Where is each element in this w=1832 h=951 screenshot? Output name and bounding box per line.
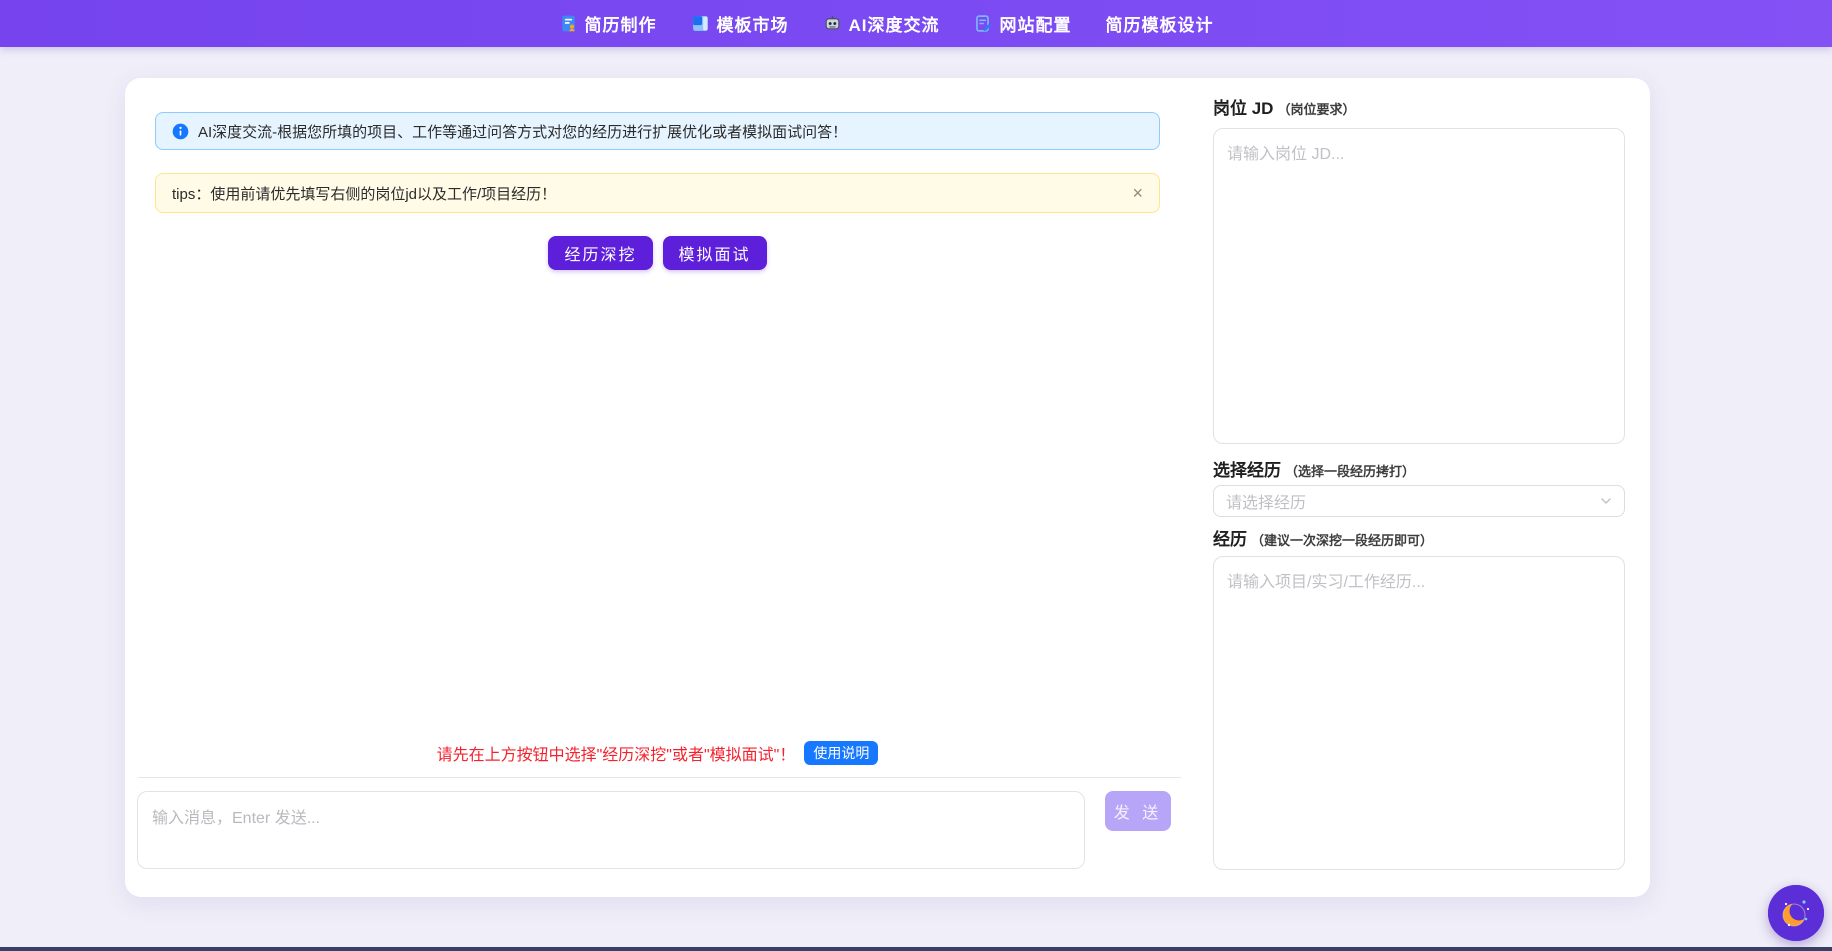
deep-dig-button[interactable]: 经历深挖 [548, 236, 652, 270]
nav-item-label: 网站配置 [1000, 11, 1072, 36]
info-banner-text: AI深度交流-根据您所填的项目、工作等通过问答方式对您的经历进行扩展优化或者模拟… [198, 121, 847, 142]
nav-item-label: 简历模板设计 [1106, 11, 1214, 36]
nav-item-template-market[interactable]: 模板市场 [691, 11, 789, 36]
jd-subtitle: （岗位要求） [1277, 99, 1355, 118]
experience-select-placeholder: 请选择经历 [1226, 489, 1306, 513]
robot-icon [823, 14, 842, 33]
nav-item-resume-builder[interactable]: 简历制作 [559, 11, 657, 36]
jd-title: 岗位 JD [1213, 94, 1273, 119]
nav-item-label: AI深度交流 [849, 11, 940, 36]
info-icon [172, 123, 189, 140]
top-navbar: 简历制作 模板市场 AI深度交流 网站配置 简历模板设计 [0, 0, 1832, 47]
send-button[interactable]: 发 送 [1105, 791, 1171, 831]
experience-subtitle: （建议一次深挖一段经历即可） [1251, 530, 1433, 549]
nav-item-label: 模板市场 [717, 11, 789, 36]
close-icon[interactable]: × [1132, 184, 1143, 202]
hint-row: 请先在上方按钮中选择"经历深挖"或者"模拟面试"！ 使用说明 [155, 742, 1160, 764]
main-card: AI深度交流-根据您所填的项目、工作等通过问答方式对您的经历进行扩展优化或者模拟… [125, 78, 1650, 897]
usage-guide-button[interactable]: 使用说明 [804, 741, 878, 765]
nav-items: 简历制作 模板市场 AI深度交流 网站配置 简历模板设计 [559, 11, 1214, 36]
select-experience-title: 选择经历 [1213, 456, 1281, 481]
nav-item-label: 简历制作 [585, 11, 657, 36]
hint-text: 请先在上方按钮中选择"经历深挖"或者"模拟面试"！ [437, 741, 796, 765]
mock-interview-button[interactable]: 模拟面试 [663, 236, 767, 270]
bottom-edge-strip [0, 947, 1832, 951]
chevron-down-icon [1600, 495, 1612, 507]
experience-input[interactable] [1213, 556, 1625, 870]
config-icon [974, 14, 993, 33]
action-button-row: 经历深挖 模拟面试 [155, 236, 1160, 270]
tips-banner-text: tips：使用前请优先填写右侧的岗位jd以及工作/项目经历！ [172, 183, 556, 204]
select-experience-label: 选择经历 （选择一段经历拷打） [1213, 456, 1415, 481]
moon-icon [1768, 885, 1824, 941]
experience-select[interactable]: 请选择经历 [1213, 485, 1625, 517]
nav-item-site-config[interactable]: 网站配置 [974, 11, 1072, 36]
experience-label: 经历 （建议一次深挖一段经历即可） [1213, 525, 1433, 550]
jd-label: 岗位 JD （岗位要求） [1213, 94, 1355, 119]
message-input[interactable] [137, 791, 1085, 869]
nav-item-ai-chat[interactable]: AI深度交流 [823, 11, 940, 36]
jd-input[interactable] [1213, 128, 1625, 444]
dark-mode-toggle-button[interactable] [1768, 885, 1824, 941]
chat-divider [138, 777, 1181, 778]
resume-icon [559, 14, 578, 33]
nav-item-template-design[interactable]: 简历模板设计 [1106, 11, 1214, 36]
experience-title: 经历 [1213, 525, 1247, 550]
template-icon [691, 14, 710, 33]
info-banner: AI深度交流-根据您所填的项目、工作等通过问答方式对您的经历进行扩展优化或者模拟… [155, 112, 1160, 150]
tips-banner: tips：使用前请优先填写右侧的岗位jd以及工作/项目经历！ × [155, 173, 1160, 213]
select-experience-subtitle: （选择一段经历拷打） [1285, 461, 1415, 480]
